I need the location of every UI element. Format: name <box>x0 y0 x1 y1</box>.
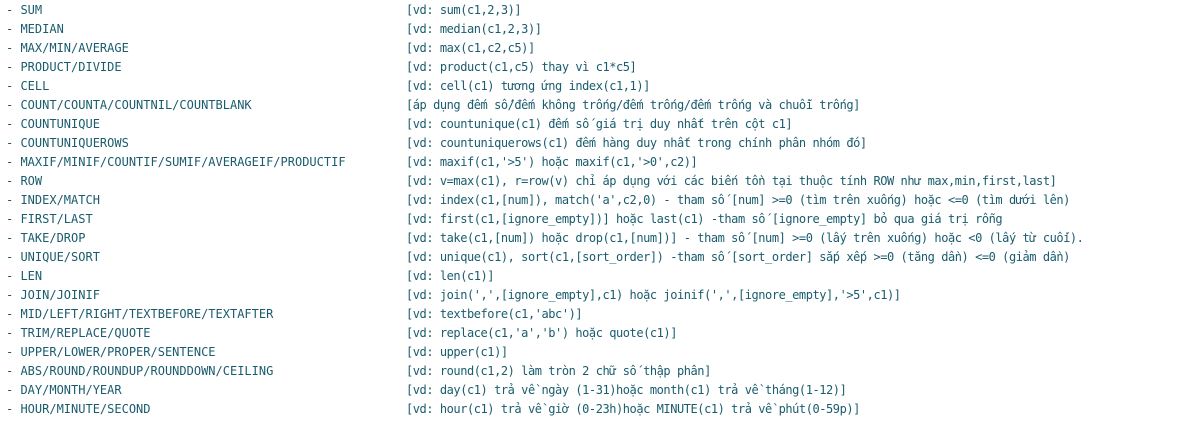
function-example: [vd: hour(c1) trả về giờ (0-23h)hoặc MIN… <box>406 402 860 416</box>
function-name: - INDEX/MATCH <box>6 193 100 207</box>
function-example: [vd: sum(c1,2,3)] <box>406 3 522 17</box>
list-item: - ABS/ROUND/ROUNDUP/ROUNDDOWN/CEILING [vd… <box>0 362 1178 381</box>
function-example: [vd: countuniquerows(c1) đếm hàng duy nh… <box>406 136 867 150</box>
list-item: - UNIQUE/SORT [vd: unique(c1), sort(c1,[s… <box>0 248 1178 267</box>
function-name: - COUNTUNIQUE <box>6 117 100 131</box>
list-item: - COUNT/COUNTA/COUNTNIL/COUNTBLANK [áp dụ… <box>0 96 1178 115</box>
list-item: - FIRST/LAST [vd: first(c1,[ignore_empty]… <box>0 210 1178 229</box>
list-item: - ROW [vd: v=max(c1), r=row(v) chỉ áp dụn… <box>0 172 1178 191</box>
list-item: - INDEX/MATCH [vd: index(c1,[num]), match… <box>0 191 1178 210</box>
list-item: - SUM [vd: sum(c1,2,3)] <box>0 1 1178 20</box>
function-name: - MAXIF/MINIF/COUNTIF/SUMIF/AVERAGEIF/PR… <box>6 155 346 169</box>
function-example: [vd: unique(c1), sort(c1,[sort_order]) -… <box>406 250 1070 264</box>
function-name: - DAY/MONTH/YEAR <box>6 383 122 397</box>
list-item: - MAXIF/MINIF/COUNTIF/SUMIF/AVERAGEIF/PR… <box>0 153 1178 172</box>
function-example: [vd: max(c1,c2,c5)] <box>406 41 535 55</box>
list-item: - CELL [vd: cell(c1) tương ứng index(c1,1… <box>0 77 1178 96</box>
function-name: - MAX/MIN/AVERAGE <box>6 41 129 55</box>
list-item: - LEN [vd: len(c1)] <box>0 267 1178 286</box>
list-item: - COUNTUNIQUEROWS [vd: countuniquerows(c1… <box>0 134 1178 153</box>
function-name: - MID/LEFT/RIGHT/TEXTBEFORE/TEXTAFTER <box>6 307 274 321</box>
function-name: - JOIN/JOINIF <box>6 288 100 302</box>
function-name: - HOUR/MINUTE/SECOND <box>6 402 151 416</box>
function-example: [vd: replace(c1,'a','b') hoặc quote(c1)] <box>406 326 677 340</box>
function-name: - ROW <box>6 174 43 188</box>
function-example: [vd: round(c1,2) làm tròn 2 chữ số thập … <box>406 364 711 378</box>
function-example: [vd: first(c1,[ignore_empty])] hoặc last… <box>406 212 1003 226</box>
function-example: [vd: median(c1,2,3)] <box>406 22 542 36</box>
function-example: [vd: textbefore(c1,'abc')] <box>406 307 583 321</box>
function-example: [vd: product(c1,c5) thay vì c1*c5] <box>406 60 637 74</box>
list-item: - MID/LEFT/RIGHT/TEXTBEFORE/TEXTAFTER [vd… <box>0 305 1178 324</box>
function-name: - COUNTUNIQUEROWS <box>6 136 129 150</box>
function-example: [vd: cell(c1) tương ứng index(c1,1)] <box>406 79 650 93</box>
list-item: - MAX/MIN/AVERAGE [vd: max(c1,c2,c5)] <box>0 39 1178 58</box>
function-example: [vd: index(c1,[num]), match('a',c2,0) - … <box>406 193 1070 207</box>
list-item: - TRIM/REPLACE/QUOTE [vd: replace(c1,'a',… <box>0 324 1178 343</box>
function-name: - LEN <box>6 269 43 283</box>
function-name: - UNIQUE/SORT <box>6 250 100 264</box>
list-item: - HOUR/MINUTE/SECOND [vd: hour(c1) trả về… <box>0 400 1178 419</box>
list-item: - MEDIAN [vd: median(c1,2,3)] <box>0 20 1178 39</box>
function-reference-list: - SUM [vd: sum(c1,2,3)] - MEDIAN [vd: medi… <box>0 0 1178 419</box>
function-name: - CELL <box>6 79 50 93</box>
list-item: - PRODUCT/DIVIDE [vd: product(c1,c5) thay… <box>0 58 1178 77</box>
function-example: [vd: v=max(c1), r=row(v) chỉ áp dụng với… <box>406 174 1057 188</box>
function-name: - PRODUCT/DIVIDE <box>6 60 122 74</box>
function-example: [vd: day(c1) trả về ngày (1-31)hoặc mont… <box>406 383 847 397</box>
function-example: [vd: join(',',[ignore_empty],c1) hoặc jo… <box>406 288 901 302</box>
function-example: [vd: take(c1,[num]) hoặc drop(c1,[num])]… <box>406 231 1084 245</box>
function-example: [áp dụng đếm số/đếm không trống/đếm trốn… <box>406 98 860 112</box>
function-name: - ABS/ROUND/ROUNDUP/ROUNDDOWN/CEILING <box>6 364 274 378</box>
function-name: - FIRST/LAST <box>6 212 93 226</box>
function-name: - MEDIAN <box>6 22 64 36</box>
function-example: [vd: countunique(c1) đếm số giá trị duy … <box>406 117 793 131</box>
function-example: [vd: len(c1)] <box>406 269 495 283</box>
list-item: - TAKE/DROP [vd: take(c1,[num]) hoặc drop… <box>0 229 1178 248</box>
list-item: - UPPER/LOWER/PROPER/SENTENCE [vd: upper(… <box>0 343 1178 362</box>
function-name: - TAKE/DROP <box>6 231 86 245</box>
function-name: - COUNT/COUNTA/COUNTNIL/COUNTBLANK <box>6 98 252 112</box>
function-example: [vd: maxif(c1,'>5') hoặc maxif(c1,'>0',c… <box>406 155 698 169</box>
function-example: [vd: upper(c1)] <box>406 345 508 359</box>
function-name: - TRIM/REPLACE/QUOTE <box>6 326 151 340</box>
list-item: - DAY/MONTH/YEAR [vd: day(c1) trả về ngày… <box>0 381 1178 400</box>
list-item: - COUNTUNIQUE [vd: countunique(c1) đếm số… <box>0 115 1178 134</box>
function-name: - SUM <box>6 3 43 17</box>
function-name: - UPPER/LOWER/PROPER/SENTENCE <box>6 345 216 359</box>
list-item: - JOIN/JOINIF [vd: join(',',[ignore_empty… <box>0 286 1178 305</box>
